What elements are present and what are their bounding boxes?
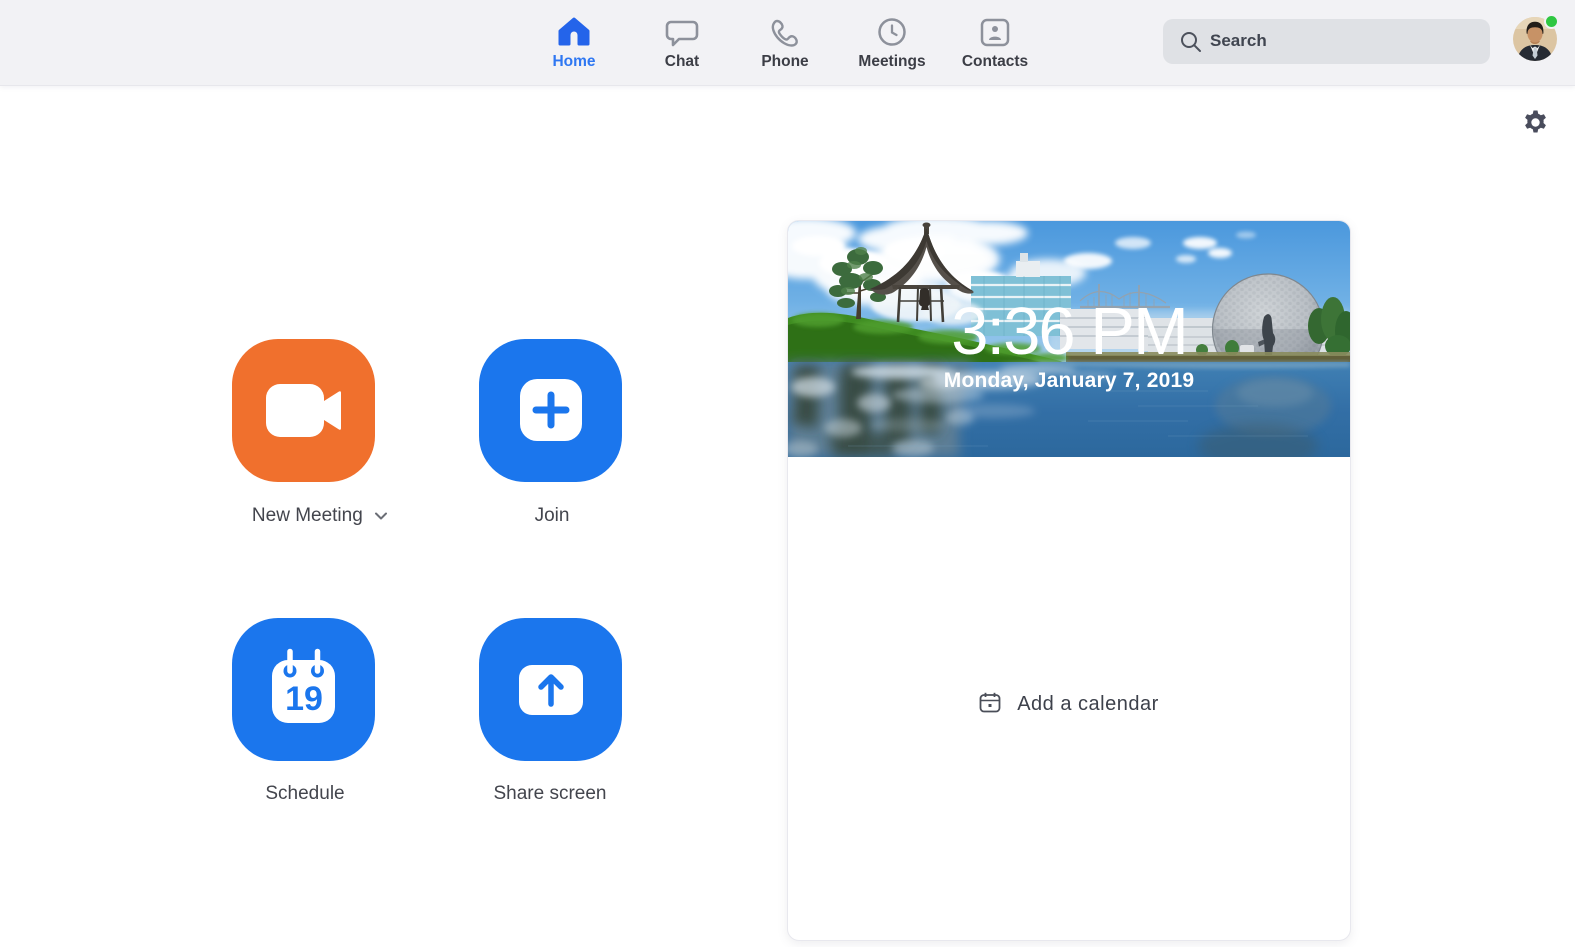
svg-text:19: 19 (285, 680, 323, 718)
